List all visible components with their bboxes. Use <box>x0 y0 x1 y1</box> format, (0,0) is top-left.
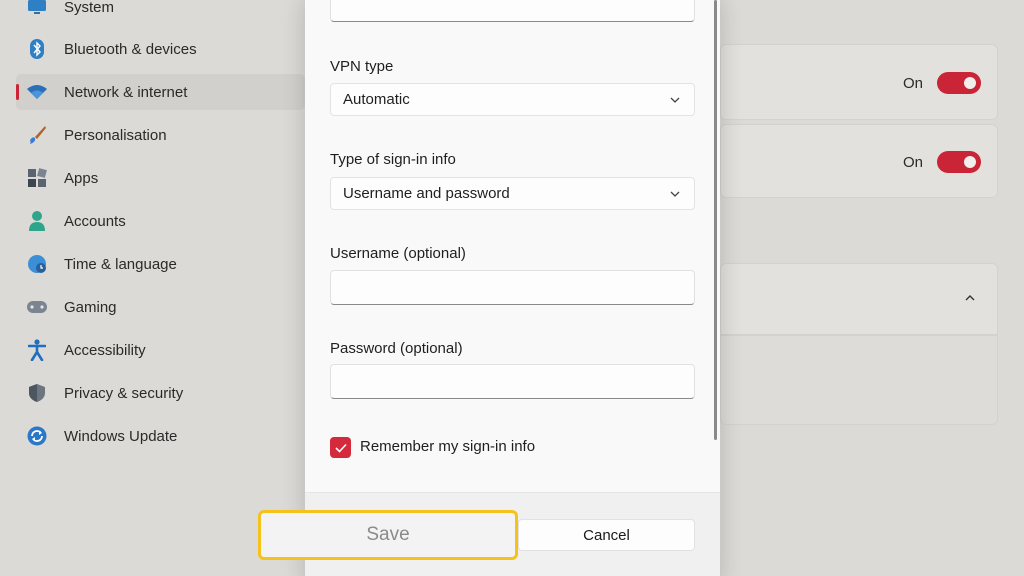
edit-vpn-dialog: VPN type Automatic Type of sign-in info … <box>305 0 720 576</box>
globe-clock-icon <box>26 253 48 275</box>
signin-type-select[interactable]: Username and password <box>330 177 695 210</box>
accessibility-icon <box>26 339 48 361</box>
dialog-body: VPN type Automatic Type of sign-in info … <box>305 0 720 492</box>
apps-icon <box>26 167 48 189</box>
gamepad-icon <box>26 296 48 318</box>
vpn-type-select[interactable]: Automatic <box>330 83 695 116</box>
sidebar-item-label: Windows Update <box>64 427 178 445</box>
sidebar-item-label: Accounts <box>64 212 126 230</box>
checkmark-icon <box>334 443 347 453</box>
password-input[interactable] <box>330 364 695 399</box>
sidebar-item-label: Personalisation <box>64 126 167 144</box>
chevron-down-icon <box>670 191 680 197</box>
toggle-state-label: On <box>903 154 924 171</box>
bluetooth-icon <box>26 38 48 60</box>
chevron-up-icon[interactable] <box>964 292 976 304</box>
sidebar-item-time-language[interactable]: Time & language <box>16 246 305 282</box>
sidebar-item-network[interactable]: Network & internet <box>16 74 305 110</box>
chevron-down-icon <box>670 97 680 103</box>
sidebar-item-personalisation[interactable]: Personalisation <box>16 117 305 153</box>
sidebar-item-windows-update[interactable]: Windows Update <box>16 418 305 454</box>
sidebar-item-label: System <box>64 0 115 16</box>
sidebar-item-gaming[interactable]: Gaming <box>16 289 305 325</box>
vpn-type-value: Automatic <box>343 91 410 108</box>
sidebar-item-label: Accessibility <box>64 341 146 359</box>
dialog-scrollbar[interactable] <box>714 0 717 440</box>
signin-type-label: Type of sign-in info <box>330 151 456 168</box>
settings-card-expander[interactable] <box>720 263 998 335</box>
toggle-switch-1[interactable] <box>937 72 981 94</box>
save-button[interactable]: Save <box>258 510 518 560</box>
sidebar-item-label: Apps <box>64 169 99 187</box>
sidebar-item-label: Privacy & security <box>64 384 184 402</box>
sidebar-item-label: Network & internet <box>64 83 188 101</box>
sidebar: System Bluetooth & devices Network & int… <box>0 0 305 576</box>
toggle-switch-2[interactable] <box>937 151 981 173</box>
signin-type-value: Username and password <box>343 185 510 202</box>
sidebar-item-accessibility[interactable]: Accessibility <box>16 332 305 368</box>
sidebar-item-bluetooth[interactable]: Bluetooth & devices <box>16 31 305 67</box>
vpn-type-label: VPN type <box>330 58 394 75</box>
monitor-icon <box>26 0 48 18</box>
sidebar-item-accounts[interactable]: Accounts <box>16 203 305 239</box>
shield-icon <box>26 382 48 404</box>
sidebar-item-privacy[interactable]: Privacy & security <box>16 375 305 411</box>
sidebar-item-label: Gaming <box>64 298 117 316</box>
password-label: Password (optional) <box>330 340 463 357</box>
brush-icon <box>26 124 48 146</box>
cancel-button[interactable]: Cancel <box>518 519 695 551</box>
remember-signin-checkbox[interactable] <box>330 437 351 458</box>
server-address-input[interactable] <box>330 0 695 22</box>
sidebar-item-label: Time & language <box>64 255 177 273</box>
settings-card-expander-content <box>720 335 998 425</box>
wifi-icon <box>26 81 48 103</box>
username-input[interactable] <box>330 270 695 305</box>
sidebar-item-apps[interactable]: Apps <box>16 160 305 196</box>
person-icon <box>26 210 48 232</box>
username-label: Username (optional) <box>330 245 466 262</box>
toggle-state-label: On <box>903 75 924 92</box>
update-icon <box>26 425 48 447</box>
sidebar-item-label: Bluetooth & devices <box>64 40 197 58</box>
sidebar-item-system[interactable]: System <box>16 0 305 25</box>
remember-signin-label: Remember my sign-in info <box>360 438 536 455</box>
